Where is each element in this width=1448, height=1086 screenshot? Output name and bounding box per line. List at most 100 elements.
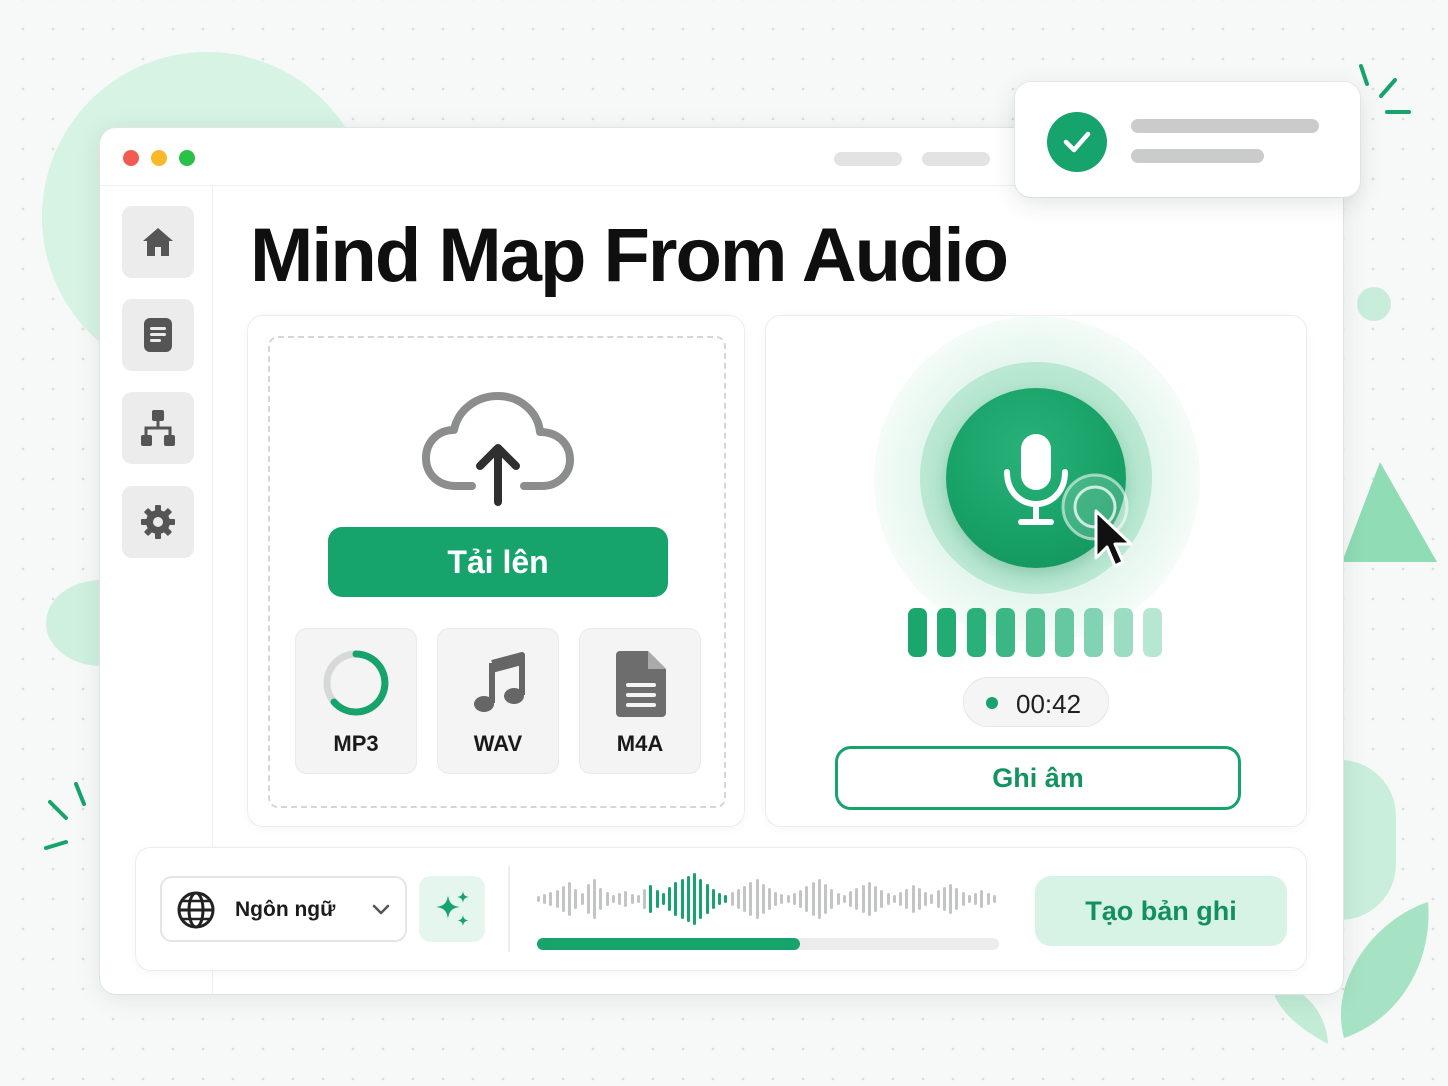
- toast-placeholder-line: [1131, 119, 1319, 133]
- waveform-bar: [736, 889, 740, 909]
- waveform-bar: [543, 894, 547, 904]
- level-bar: [908, 608, 927, 657]
- home-icon: [143, 228, 173, 256]
- waveform-bar: [980, 890, 984, 908]
- waveform-bar: [655, 890, 659, 908]
- waveform-bar: [874, 886, 878, 912]
- waveform-bar: [780, 894, 784, 904]
- minimize-window-button[interactable]: [151, 150, 167, 166]
- waveform-bar: [936, 890, 940, 908]
- waveform-bar: [699, 879, 703, 919]
- chevron-down-icon: [372, 904, 390, 915]
- waveform-bar: [867, 882, 871, 916]
- waveform-bar: [593, 879, 597, 919]
- record-button[interactable]: Ghi âm: [835, 746, 1241, 810]
- format-card-wav[interactable]: WAV: [437, 628, 559, 774]
- waveform-bar: [892, 895, 896, 903]
- hierarchy-icon: [141, 410, 175, 446]
- format-card-mp3[interactable]: MP3: [295, 628, 417, 774]
- toast-placeholder-line: [1131, 149, 1264, 163]
- waveform-bar: [992, 895, 996, 903]
- progress-ring-icon: [323, 650, 389, 716]
- waveform-bar: [880, 890, 884, 908]
- waveform-bar: [842, 895, 846, 903]
- sparkle-lines-decoration: [1359, 64, 1411, 114]
- recording-timer: 00:42: [963, 677, 1109, 727]
- waveform-bar: [749, 882, 753, 916]
- maximize-window-button[interactable]: [179, 150, 195, 166]
- level-bar: [1143, 608, 1163, 657]
- waveform-bar: [830, 889, 834, 909]
- language-select[interactable]: Ngôn ngữ: [160, 876, 407, 942]
- sidebar-item-mind-map[interactable]: [122, 392, 194, 464]
- waveform-bar: [599, 888, 603, 910]
- waveform-bar: [917, 888, 921, 910]
- close-window-button[interactable]: [123, 150, 139, 166]
- success-toast: [1015, 82, 1360, 197]
- level-bar: [1084, 608, 1104, 657]
- waveform-bar: [555, 890, 559, 908]
- globe-icon: [177, 891, 215, 929]
- format-card-m4a[interactable]: M4A: [579, 628, 701, 774]
- waveform-bar: [924, 892, 928, 906]
- sidebar-item-documents[interactable]: [122, 299, 194, 371]
- playback-progress[interactable]: [537, 938, 999, 950]
- waveform-bar: [986, 893, 990, 905]
- waveform-bar: [618, 893, 622, 905]
- waveform-bar: [774, 892, 778, 906]
- waveform-bar: [811, 882, 815, 916]
- waveform-bar: [886, 893, 890, 905]
- waveform-bar: [711, 889, 715, 909]
- waveform-bar: [743, 886, 747, 912]
- upload-button[interactable]: Tải lên: [328, 527, 668, 597]
- sidebar-item-settings[interactable]: [122, 486, 194, 558]
- waveform-bar: [761, 884, 765, 914]
- level-bar: [1055, 608, 1074, 657]
- waveform-bar: [955, 888, 959, 910]
- format-label: M4A: [616, 731, 664, 756]
- waveform-bar: [786, 895, 790, 903]
- waveform-bar: [537, 896, 540, 902]
- background-dot: [1357, 287, 1391, 321]
- waveform-bar: [630, 894, 634, 904]
- waveform-bar: [799, 890, 803, 908]
- gear-icon: [141, 505, 175, 539]
- waveform-bar: [643, 889, 647, 909]
- background-blob: [1340, 760, 1396, 920]
- waveform-bar: [974, 893, 978, 905]
- waveform-bar: [668, 887, 672, 911]
- ai-enhance-button[interactable]: [419, 876, 485, 942]
- timer-text: 00:42: [1016, 689, 1082, 719]
- waveform-bar: [574, 889, 578, 909]
- waveform-bar: [930, 894, 934, 904]
- waveform-bar: [967, 895, 971, 903]
- toolbar-divider: [508, 866, 510, 952]
- waveform-bar: [899, 892, 903, 906]
- waveform-bar: [905, 889, 909, 909]
- document-icon: [144, 318, 172, 352]
- waveform-bar: [561, 886, 565, 912]
- file-icon: [616, 651, 666, 717]
- level-bar: [1113, 608, 1133, 657]
- waveform-bar: [549, 892, 553, 906]
- waveform-bar: [817, 879, 821, 919]
- waveform-bar: [586, 884, 590, 914]
- waveform-bar: [580, 893, 584, 905]
- waveform-bar: [661, 893, 665, 905]
- waveform-bar: [686, 876, 690, 922]
- level-bar: [966, 608, 986, 657]
- waveform-bar: [605, 892, 609, 906]
- titlebar-placeholder: [834, 152, 902, 166]
- waveform-bar: [611, 895, 615, 903]
- background-triangle: [1342, 462, 1437, 562]
- sidebar-item-home[interactable]: [122, 206, 194, 278]
- waveform-bar: [961, 892, 965, 906]
- cursor-pointer-icon: [1094, 509, 1133, 568]
- waveform-bar: [855, 888, 859, 910]
- waveform-bar: [942, 887, 946, 911]
- waveform-bar: [792, 893, 796, 905]
- create-transcript-button[interactable]: Tạo bản ghi: [1035, 876, 1287, 946]
- waveform-bar: [636, 895, 640, 903]
- level-bar: [937, 608, 957, 657]
- waveform-bar: [911, 885, 915, 913]
